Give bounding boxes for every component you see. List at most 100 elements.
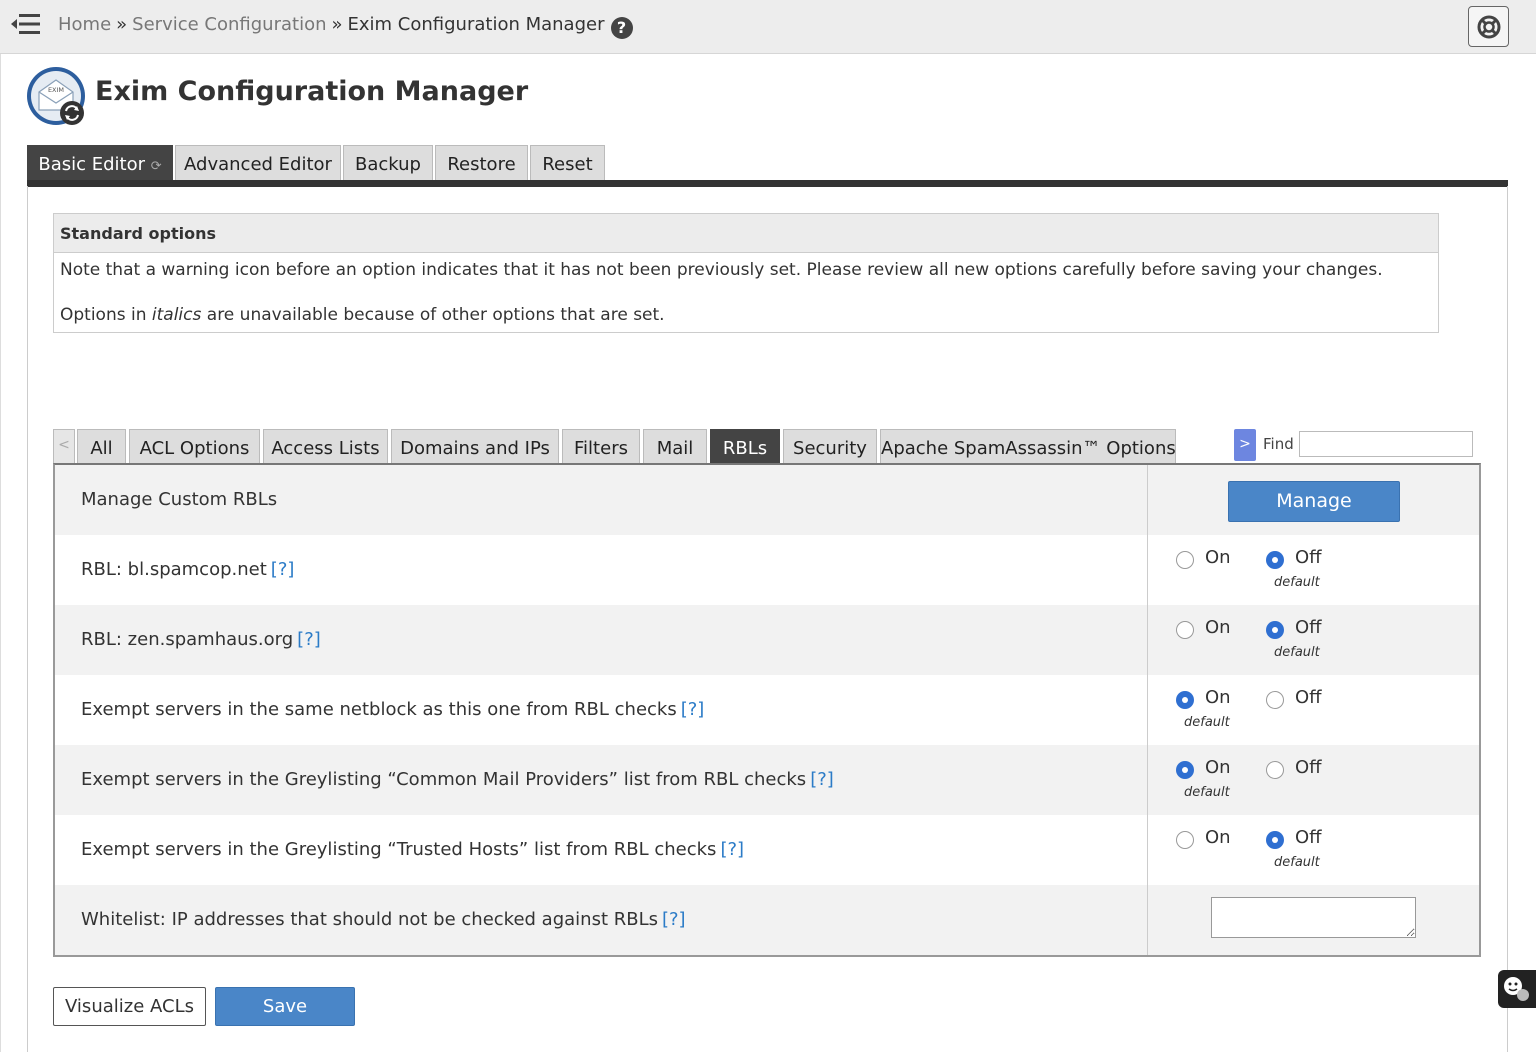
radio-off[interactable] <box>1266 551 1284 569</box>
radio-off[interactable] <box>1266 621 1284 639</box>
column-divider <box>1147 885 1148 955</box>
breadcrumb-current: Exim Configuration Manager <box>347 14 605 35</box>
tab-reset[interactable]: Reset <box>530 145 605 181</box>
italics-note: Options in italics are unavailable becau… <box>60 305 665 325</box>
option-label-text: Exempt servers in the Greylisting “Commo… <box>81 769 807 790</box>
tab-security[interactable]: Security <box>783 429 877 463</box>
table-row-exempt-common-mail-providers: Exempt servers in the Greylisting “Commo… <box>55 745 1479 815</box>
column-divider <box>1147 675 1148 745</box>
left-border <box>0 54 1 1052</box>
default-label: default <box>1184 785 1230 800</box>
radio-off[interactable] <box>1266 831 1284 849</box>
tab-apache-spamassassin-options[interactable]: Apache SpamAssassin™ Options <box>880 429 1176 463</box>
collapse-menu-icon[interactable] <box>10 10 42 38</box>
option-label: Exempt servers in the same netblock as t… <box>81 675 704 745</box>
radio-off[interactable] <box>1266 691 1284 709</box>
radio-on-label: On <box>1205 617 1231 638</box>
help-link[interactable]: [?] <box>810 769 834 790</box>
tab-all[interactable]: All <box>77 429 126 463</box>
standard-options-box: Standard options Note that a warning ico… <box>53 213 1439 333</box>
option-label: RBL: zen.spamhaus.org [?] <box>81 605 321 675</box>
radio-off-label: Off <box>1295 547 1322 568</box>
logo-text: EXIM <box>48 86 64 94</box>
tab-acl-options[interactable]: ACL Options <box>129 429 260 463</box>
breadcrumb-service-configuration[interactable]: Service Configuration <box>132 14 326 35</box>
tabs-prev-arrow[interactable]: < <box>53 429 75 463</box>
tab-basic-editor[interactable]: Basic Editor ⟳ <box>27 145 173 181</box>
help-link[interactable]: [?] <box>271 559 295 580</box>
save-button[interactable]: Save <box>215 987 355 1026</box>
tab-domains-and-ips[interactable]: Domains and IPs <box>391 429 559 463</box>
support-lifebuoy-icon[interactable] <box>1468 6 1509 47</box>
option-label: Exempt servers in the Greylisting “Commo… <box>81 745 834 815</box>
tab-access-lists[interactable]: Access Lists <box>263 429 388 463</box>
refresh-icon: ⟳ <box>150 159 162 174</box>
radio-on-label: On <box>1205 827 1231 848</box>
column-divider <box>1147 745 1148 815</box>
help-link[interactable]: [?] <box>681 699 705 720</box>
table-row-rbl-spamcop: RBL: bl.spamcop.net [?] On Off default <box>55 535 1479 605</box>
manage-button[interactable]: Manage <box>1228 481 1400 522</box>
radio-on-label: On <box>1205 757 1231 778</box>
radio-on[interactable] <box>1176 621 1194 639</box>
option-label-text: RBL: bl.spamcop.net <box>81 559 267 580</box>
option-label: Manage Custom RBLs <box>81 489 278 510</box>
warning-note: Note that a warning icon before an optio… <box>60 260 1383 280</box>
column-divider <box>1147 605 1148 675</box>
radio-on[interactable] <box>1176 831 1194 849</box>
option-label: Whitelist: IP addresses that should not … <box>81 885 686 955</box>
option-label-text: Exempt servers in the Greylisting “Trust… <box>81 839 717 860</box>
radio-on-label: On <box>1205 547 1231 568</box>
visualize-acls-button[interactable]: Visualize ACLs <box>53 987 206 1026</box>
find-label: Find <box>1263 435 1294 453</box>
table-row-exempt-netblock: Exempt servers in the same netblock as t… <box>55 675 1479 745</box>
tab-basic-editor-label: Basic Editor <box>38 154 145 175</box>
exim-logo-icon: EXIM <box>26 66 88 128</box>
default-label: default <box>1184 715 1230 730</box>
default-label: default <box>1274 575 1320 590</box>
option-label-text: Whitelist: IP addresses that should not … <box>81 909 658 930</box>
radio-off-label: Off <box>1295 827 1322 848</box>
radio-off-label: Off <box>1295 687 1322 708</box>
rbl-options-table: Manage Custom RBLs Manage RBL: bl.spamco… <box>53 463 1481 957</box>
default-label: default <box>1274 645 1320 660</box>
column-divider <box>1147 535 1148 605</box>
italics-word: italics <box>151 305 202 325</box>
help-link[interactable]: [?] <box>720 839 744 860</box>
option-label-text: Exempt servers in the same netblock as t… <box>81 699 677 720</box>
tab-filters[interactable]: Filters <box>562 429 640 463</box>
tab-advanced-editor[interactable]: Advanced Editor <box>175 145 341 181</box>
tabs-next-arrow[interactable]: > <box>1234 429 1256 461</box>
tab-backup[interactable]: Backup <box>343 145 433 181</box>
italics-note-suffix: are unavailable because of other options… <box>201 305 665 325</box>
option-label: Exempt servers in the Greylisting “Trust… <box>81 815 744 885</box>
radio-on[interactable] <box>1176 761 1194 779</box>
radio-off-label: Off <box>1295 757 1322 778</box>
chat-assistant-icon[interactable] <box>1498 970 1536 1008</box>
help-link[interactable]: [?] <box>662 909 686 930</box>
tab-mail[interactable]: Mail <box>643 429 707 463</box>
breadcrumb-separator: » <box>116 14 128 35</box>
page-title: Exim Configuration Manager <box>95 76 529 107</box>
default-label: default <box>1274 855 1320 870</box>
radio-on[interactable] <box>1176 551 1194 569</box>
breadcrumb-home[interactable]: Home <box>58 14 111 35</box>
whitelist-textarea[interactable] <box>1211 897 1416 938</box>
help-link[interactable]: [?] <box>297 629 321 650</box>
find-input[interactable] <box>1299 431 1473 457</box>
option-label-text: RBL: zen.spamhaus.org <box>81 629 294 650</box>
table-row-exempt-trusted-hosts: Exempt servers in the Greylisting “Trust… <box>55 815 1479 885</box>
tab-restore[interactable]: Restore <box>435 145 528 181</box>
option-label: RBL: bl.spamcop.net [?] <box>81 535 294 605</box>
tab-rbls[interactable]: RBLs <box>710 429 780 463</box>
breadcrumb-separator: » <box>331 14 343 35</box>
radio-off[interactable] <box>1266 761 1284 779</box>
table-row-rbl-spamhaus: RBL: zen.spamhaus.org [?] On Off default <box>55 605 1479 675</box>
radio-on-label: On <box>1205 687 1231 708</box>
table-row-whitelist: Whitelist: IP addresses that should not … <box>55 885 1479 955</box>
column-divider <box>1147 465 1148 535</box>
table-row-manage-custom-rbls: Manage Custom RBLs Manage <box>55 465 1479 535</box>
radio-on[interactable] <box>1176 691 1194 709</box>
help-icon[interactable]: ? <box>610 17 633 39</box>
italics-note-prefix: Options in <box>60 305 152 325</box>
